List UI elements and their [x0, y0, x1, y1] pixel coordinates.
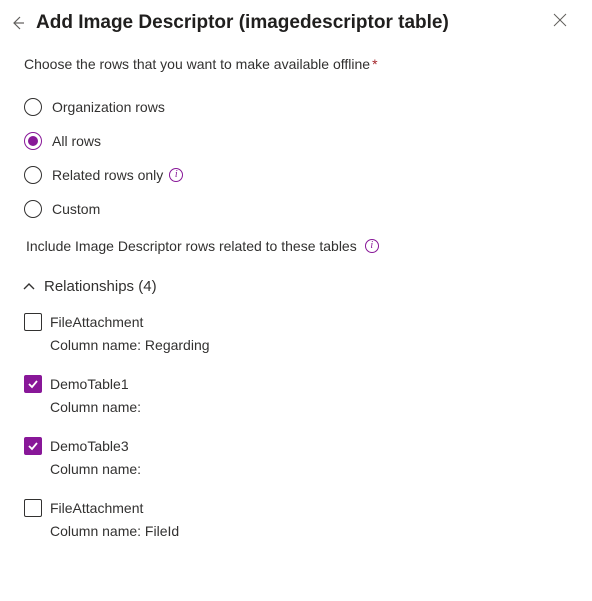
relationship-checkbox-row[interactable]: DemoTable1 — [24, 375, 568, 393]
relationship-column: Column name: FileId — [50, 523, 568, 539]
relationships-list: FileAttachment Column name: Regarding Demo… — [24, 313, 568, 539]
checkbox — [24, 437, 42, 455]
close-button[interactable] — [544, 4, 576, 36]
radio-option[interactable]: Custom — [24, 192, 568, 226]
rows-radio-group: Organization rows All rows Related rows on… — [24, 90, 568, 226]
relationship-checkbox-row[interactable]: FileAttachment — [24, 499, 568, 517]
radio-indicator — [24, 132, 42, 150]
relationship-checkbox-row[interactable]: DemoTable3 — [24, 437, 568, 455]
radio-option[interactable]: All rows — [24, 124, 568, 158]
related-tables-label: Include Image Descriptor rows related to… — [26, 238, 568, 254]
relationship-column: Column name: — [50, 461, 568, 477]
radio-label: Related rows onlyi — [52, 167, 183, 183]
back-button[interactable] — [8, 13, 28, 33]
relationship-item: DemoTable3 Column name: — [24, 437, 568, 477]
info-icon[interactable]: i — [169, 168, 183, 182]
radio-option[interactable]: Organization rows — [24, 90, 568, 124]
relationship-column: Column name: Regarding — [50, 337, 568, 353]
radio-indicator — [24, 200, 42, 218]
relationship-item: FileAttachment Column name: Regarding — [24, 313, 568, 353]
prompt-label: Choose the rows that you want to make av… — [24, 56, 568, 72]
chevron-up-icon — [22, 280, 36, 294]
checkbox — [24, 313, 42, 331]
radio-indicator — [24, 166, 42, 184]
relationship-column: Column name: — [50, 399, 568, 415]
relationship-item: DemoTable1 Column name: — [24, 375, 568, 415]
relationship-item: FileAttachment Column name: FileId — [24, 499, 568, 539]
relationship-checkbox-row[interactable]: FileAttachment — [24, 313, 568, 331]
radio-option[interactable]: Related rows onlyi — [24, 158, 568, 192]
info-icon[interactable]: i — [365, 239, 379, 253]
radio-indicator — [24, 98, 42, 116]
required-asterisk: * — [372, 56, 377, 72]
checkbox — [24, 499, 42, 517]
radio-label: Organization rows — [52, 99, 165, 115]
relationship-name: DemoTable1 — [50, 376, 129, 392]
relationship-name: DemoTable3 — [50, 438, 129, 454]
radio-label: Custom — [52, 201, 100, 217]
relationships-label: Relationships (4) — [44, 278, 157, 295]
page-title: Add Image Descriptor (imagedescriptor ta… — [36, 12, 544, 34]
relationship-name: FileAttachment — [50, 314, 143, 330]
relationships-toggle[interactable]: Relationships (4) — [22, 278, 568, 295]
checkbox — [24, 375, 42, 393]
relationship-name: FileAttachment — [50, 500, 143, 516]
radio-label: All rows — [52, 133, 101, 149]
